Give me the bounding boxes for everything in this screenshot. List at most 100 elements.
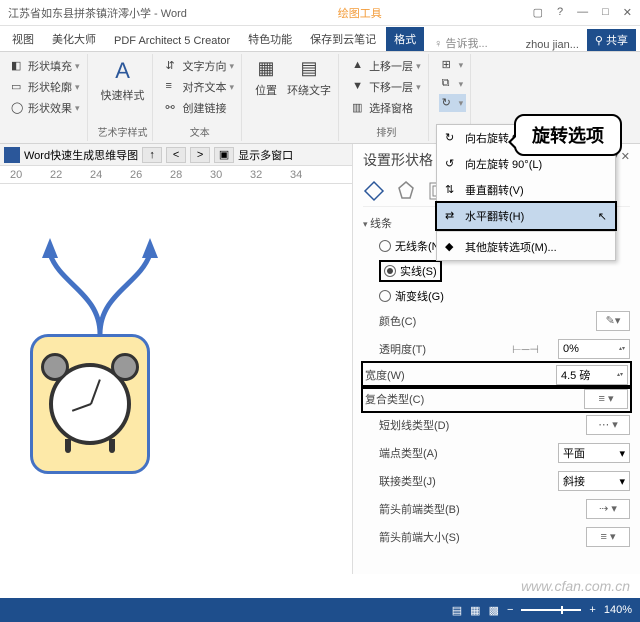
close-icon[interactable]: ✕: [623, 6, 632, 19]
align-button[interactable]: ⊞▾: [439, 56, 467, 74]
nav-next[interactable]: >: [190, 147, 210, 163]
tell-me[interactable]: ♀ 告诉我...: [434, 35, 487, 51]
label-color: 颜色(C): [379, 313, 590, 329]
color-picker[interactable]: ✎▾: [596, 311, 630, 331]
multi-window-icon[interactable]: ▣: [214, 147, 234, 163]
shape-fill-button[interactable]: ◧形状填充▾: [8, 56, 83, 76]
up-layer-icon: ▲: [352, 59, 366, 73]
group-wordart: 艺术字样式: [98, 124, 148, 139]
group-arrange: 排列: [376, 124, 396, 139]
nav-prev[interactable]: <: [166, 147, 186, 163]
flip-horizontal[interactable]: ⇄水平翻转(H)↖: [437, 203, 615, 229]
width-input[interactable]: 4.5 磅▴▾: [556, 365, 628, 385]
quick-style-button[interactable]: A 快速样式: [98, 56, 148, 105]
tab-beautify[interactable]: 美化大师: [44, 27, 104, 51]
tab-format[interactable]: 格式: [386, 27, 424, 51]
label-arrow-begin: 箭头前端类型(B): [379, 501, 580, 517]
fill-line-tab-icon[interactable]: [363, 180, 385, 202]
send-backward-button[interactable]: ▼下移一层▾: [349, 77, 424, 97]
shape-effect-button[interactable]: ◯形状效果▾: [8, 98, 83, 118]
bring-forward-button[interactable]: ▲上移一层▾: [349, 56, 424, 76]
minimize-icon[interactable]: —: [577, 6, 588, 19]
view-web-icon[interactable]: ▩: [489, 604, 499, 617]
textdir-icon: ⇵: [166, 59, 180, 73]
doc-name: Word快速生成思维导图: [24, 147, 138, 163]
user-name[interactable]: zhou jian...: [526, 39, 579, 51]
effects-tab-icon[interactable]: [395, 180, 417, 202]
pen-icon: ▭: [11, 80, 25, 94]
group-text: 文本: [190, 124, 210, 139]
word-icon: [4, 147, 20, 163]
arrow-shape[interactable]: [30, 224, 170, 344]
label-join: 联接类型(J): [379, 473, 552, 489]
dash-select[interactable]: ⋯ ▾: [586, 415, 630, 435]
flip-v-icon: ⇅: [445, 183, 459, 197]
tab-view[interactable]: 视图: [4, 27, 42, 51]
clock-shape[interactable]: [30, 334, 150, 474]
rotate-button[interactable]: ↻▾: [439, 94, 467, 112]
rotate-icon: ↻: [442, 96, 456, 110]
ribbon-min-icon[interactable]: ▢: [533, 6, 543, 19]
more-rotate-options[interactable]: ◆其他旋转选项(M)...: [437, 234, 615, 260]
flip-h-icon: ⇄: [445, 209, 459, 223]
radio-solid[interactable]: [384, 265, 396, 277]
join-select[interactable]: 斜接▾: [558, 471, 630, 491]
rotate-left-icon: ↺: [445, 157, 459, 171]
label-trans: 透明度(T): [379, 341, 506, 357]
zoom-in-button[interactable]: +: [589, 604, 595, 616]
wordart-a-icon: A: [115, 58, 130, 84]
label-compound: 复合类型(C): [365, 391, 578, 407]
flip-vertical[interactable]: ⇅垂直翻转(V): [437, 177, 615, 203]
tab-feature[interactable]: 特色功能: [240, 27, 300, 51]
effect-icon: ◯: [11, 101, 25, 115]
arrow-size-select[interactable]: ≡ ▾: [586, 527, 630, 547]
tab-cloud[interactable]: 保存到云笔记: [302, 27, 384, 51]
zoom-out-button[interactable]: −: [507, 604, 513, 616]
more-icon: ◆: [445, 240, 459, 254]
view-print-icon[interactable]: ▦: [470, 604, 480, 617]
label-dash: 短划线类型(D): [379, 417, 580, 433]
group-button[interactable]: ⧉▾: [439, 75, 467, 93]
view-read-icon[interactable]: ▤: [452, 604, 462, 617]
text-direction-button[interactable]: ⇵文字方向▾: [163, 56, 238, 76]
context-tool: 绘图工具: [187, 5, 533, 21]
cursor-icon: ↖: [598, 210, 607, 223]
nav-up[interactable]: ↑: [142, 147, 162, 163]
group-icon: ⧉: [442, 77, 456, 91]
clock-face-icon: [49, 363, 131, 445]
radio-gradient[interactable]: [379, 290, 391, 302]
position-button[interactable]: ▦位置: [252, 56, 280, 100]
shape-outline-button[interactable]: ▭形状轮廓▾: [8, 77, 83, 97]
multi-window-label[interactable]: 显示多窗口: [238, 147, 293, 163]
align-text-button[interactable]: ≡对齐文本▾: [163, 77, 238, 97]
position-icon: ▦: [258, 58, 275, 79]
wrap-icon: ▤: [301, 58, 318, 79]
transparency-input[interactable]: 0%▴▾: [558, 339, 630, 359]
share-button[interactable]: ⚲ 共享: [587, 29, 636, 51]
watermark: www.cfan.com.cn: [521, 578, 630, 594]
rotate-right-icon: ↻: [445, 131, 459, 145]
label-cap: 端点类型(A): [379, 445, 552, 461]
arrow-begin-select[interactable]: ⇢ ▾: [586, 499, 630, 519]
document-canvas[interactable]: [0, 184, 352, 574]
label-width: 宽度(W): [365, 367, 550, 383]
down-layer-icon: ▼: [352, 80, 366, 94]
wrap-text-button[interactable]: ▤环绕文字: [284, 56, 334, 100]
radio-noline[interactable]: [379, 240, 391, 252]
aligntext-icon: ≡: [166, 80, 180, 94]
zoom-value[interactable]: 140%: [604, 604, 632, 616]
help-icon[interactable]: ?: [557, 6, 563, 19]
selpane-icon: ▥: [352, 101, 366, 115]
create-link-button[interactable]: ⚯创建链接: [163, 98, 238, 118]
ruler[interactable]: 2022242628303234: [0, 166, 352, 184]
align-icon: ⊞: [442, 58, 456, 72]
label-arrow-size: 箭头前端大小(S): [379, 529, 580, 545]
statusbar: ▤ ▦ ▩ − + 140%: [0, 598, 640, 622]
doc-title: 江苏省如东县拼茶镇浒澪小学 - Word: [8, 5, 187, 21]
selection-pane-button[interactable]: ▥选择窗格: [349, 98, 424, 118]
maximize-icon[interactable]: □: [602, 6, 609, 19]
link-icon: ⚯: [166, 101, 180, 115]
tab-pdf[interactable]: PDF Architect 5 Creator: [106, 31, 238, 51]
cap-select[interactable]: 平面▾: [558, 443, 630, 463]
compound-select[interactable]: ≡ ▾: [584, 389, 628, 409]
